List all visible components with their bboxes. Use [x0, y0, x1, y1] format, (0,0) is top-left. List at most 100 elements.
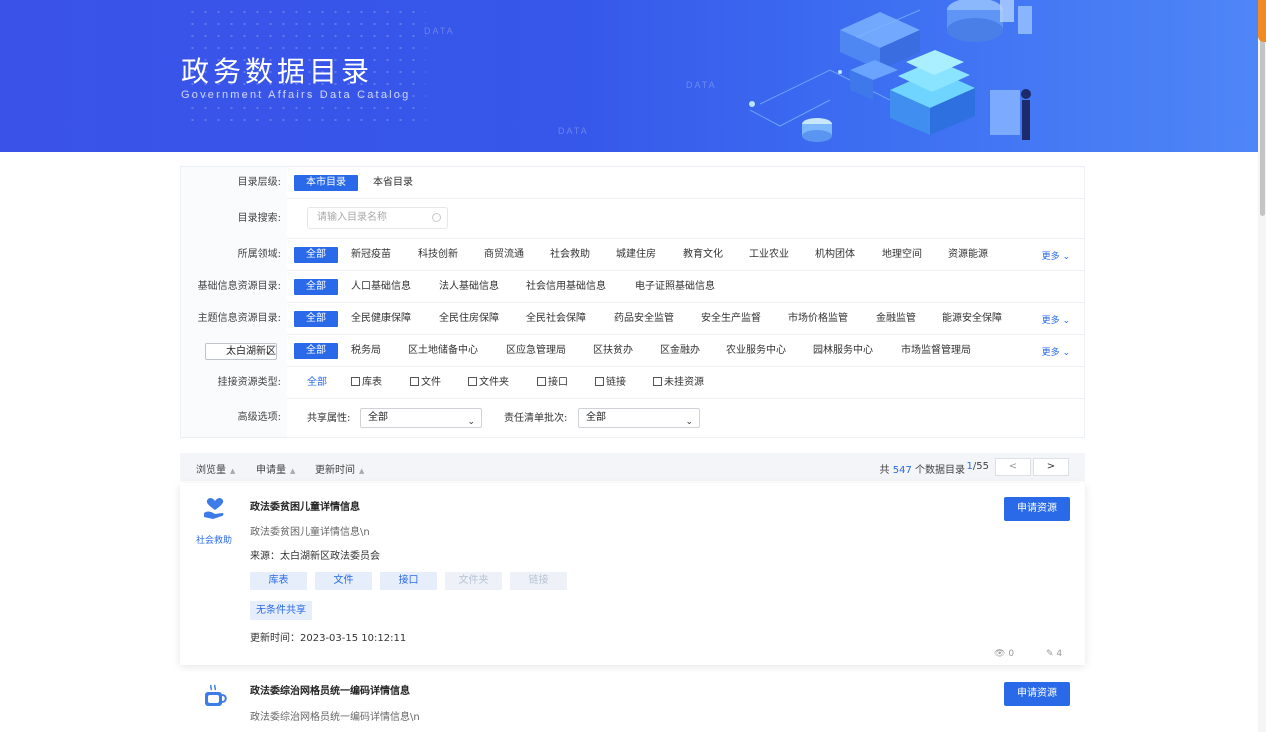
theme-option[interactable]: 全民健康保障 — [351, 311, 411, 327]
chevron-down-icon: ⌄ — [1062, 348, 1070, 358]
district-select[interactable]: 太白湖新区 ⌄ — [205, 343, 277, 360]
type-checkbox[interactable]: 未挂资源 — [653, 375, 704, 391]
next-page-button[interactable]: > — [1033, 458, 1069, 476]
apply-resource-button[interactable]: 申请资源 — [1004, 682, 1070, 706]
basic-option[interactable]: 人口基础信息 — [351, 279, 411, 295]
filter-row-level: 目录层级: 本市目录 本省目录 — [181, 167, 1084, 199]
theme-option[interactable]: 全部 — [294, 311, 338, 327]
domain-option[interactable]: 机构团体 — [815, 247, 855, 263]
district-more-link[interactable]: 更多 ⌄ — [1042, 345, 1070, 358]
theme-option[interactable]: 安全生产监督 — [701, 311, 761, 327]
filter-label: 基础信息资源目录: — [181, 271, 287, 303]
district-option[interactable]: 税务局 — [351, 343, 381, 359]
district-option[interactable]: 全部 — [294, 343, 338, 359]
catalog-card: 政法委综治网格员统一编码详情信息 政法委综治网格员统一编码详情信息\n 申请资源 — [180, 672, 1085, 732]
isometric-data-illustration — [749, 0, 1032, 142]
basic-option[interactable]: 社会信用基础信息 — [526, 279, 606, 295]
type-checkbox[interactable]: 链接 — [595, 375, 626, 391]
resource-tag[interactable]: 接口 — [380, 572, 437, 590]
domain-option[interactable]: 科技创新 — [418, 247, 458, 263]
basic-option[interactable]: 法人基础信息 — [439, 279, 499, 295]
theme-option[interactable]: 能源安全保障 — [942, 311, 1002, 327]
side-float-tab[interactable] — [1258, 0, 1266, 42]
banner-deco-word: DATA — [424, 26, 455, 36]
resource-tag[interactable]: 文件 — [315, 572, 372, 590]
checkbox-icon[interactable] — [537, 377, 546, 386]
card-title[interactable]: 政法委综治网格员统一编码详情信息 — [250, 682, 410, 697]
batch-select[interactable]: 全部 ⌄ — [578, 408, 700, 428]
district-option[interactable]: 区土地储备中心 — [408, 343, 478, 359]
filter-row-theme: 主题信息资源目录: 全部 全民健康保障 全民住房保障 全民社会保障 药品安全监管… — [181, 303, 1084, 335]
basic-option[interactable]: 全部 — [294, 279, 338, 295]
sort-updated[interactable]: 更新时间 ▲ — [315, 461, 364, 476]
domain-option[interactable]: 社会救助 — [550, 247, 590, 263]
search-icon[interactable] — [432, 213, 441, 222]
search-placeholder: 请输入目录名称 — [317, 212, 387, 223]
checkbox-icon[interactable] — [351, 377, 360, 386]
theme-option[interactable]: 药品安全监管 — [614, 311, 674, 327]
domain-option[interactable]: 新冠疫苗 — [351, 247, 391, 263]
filter-label: 所属领域: — [181, 239, 287, 271]
result-count: 共 547 个数据目录 — [879, 465, 965, 476]
type-option-all[interactable]: 全部 — [307, 375, 327, 391]
domain-option[interactable]: 教育文化 — [683, 247, 723, 263]
page-title: 政务数据目录 — [181, 55, 374, 88]
banner-deco-word: DATA — [686, 80, 717, 90]
page-subtitle: Government Affairs Data Catalog — [181, 89, 411, 101]
basic-option[interactable]: 电子证照基础信息 — [635, 279, 715, 295]
type-checkbox[interactable]: 文件夹 — [468, 375, 509, 391]
district-option[interactable]: 园林服务中心 — [813, 343, 873, 359]
type-checkbox[interactable]: 文件 — [410, 375, 441, 391]
theme-more-link[interactable]: 更多 ⌄ — [1042, 313, 1070, 326]
domain-option[interactable]: 工业农业 — [749, 247, 789, 263]
resource-tag-disabled: 文件夹 — [445, 572, 502, 590]
district-option[interactable]: 区金融办 — [660, 343, 700, 359]
catalog-card: 社会救助 政法委贫困儿童详情信息 政法委贫困儿童详情信息\n 来源：太白湖新区政… — [180, 483, 1085, 665]
view-count: 👁 0 — [994, 649, 1015, 659]
prev-page-button[interactable]: < — [995, 458, 1031, 476]
category-label: 社会救助 — [196, 536, 233, 546]
theme-option[interactable]: 全民社会保障 — [526, 311, 586, 327]
sort-bar: 浏览量 ▲ 申请量 ▲ 更新时间 ▲ 共 547 个数据目录 1/55 < > — [180, 453, 1085, 481]
card-source: 来源：太白湖新区政法委员会 — [250, 551, 380, 562]
theme-option[interactable]: 全民住房保障 — [439, 311, 499, 327]
page-indicator: 1/55 — [966, 461, 989, 472]
checkbox-icon[interactable] — [468, 377, 477, 386]
apply-resource-button[interactable]: 申请资源 — [1004, 497, 1070, 521]
domain-option[interactable]: 地理空间 — [882, 247, 922, 263]
card-title[interactable]: 政法委贫困儿童详情信息 — [250, 498, 360, 513]
banner-deco-word: DATA — [558, 126, 589, 136]
level-option-province[interactable]: 本省目录 — [373, 175, 413, 191]
resource-tag[interactable]: 库表 — [250, 572, 307, 590]
sort-views[interactable]: 浏览量 ▲ — [196, 461, 235, 476]
resource-tag-disabled: 链接 — [510, 572, 567, 590]
filter-row-basic: 基础信息资源目录: 全部 人口基础信息 法人基础信息 社会信用基础信息 电子证照… — [181, 271, 1084, 303]
chevron-down-icon: ⌄ — [1062, 316, 1070, 326]
type-checkbox[interactable]: 库表 — [351, 375, 382, 391]
district-option[interactable]: 市场监督管理局 — [901, 343, 971, 359]
checkbox-icon[interactable] — [653, 377, 662, 386]
district-option[interactable]: 区扶贫办 — [593, 343, 633, 359]
share-attr-label: 共享属性: — [307, 413, 351, 424]
district-option[interactable]: 农业服务中心 — [726, 343, 786, 359]
domain-option[interactable]: 城建住房 — [616, 247, 656, 263]
card-description: 政法委综治网格员统一编码详情信息\n — [250, 712, 420, 723]
filter-label: 挂接资源类型: — [181, 367, 287, 399]
theme-option[interactable]: 金融监管 — [876, 311, 916, 327]
checkbox-icon[interactable] — [410, 377, 419, 386]
checkbox-icon[interactable] — [595, 377, 604, 386]
domain-more-link[interactable]: 更多 ⌄ — [1042, 249, 1070, 262]
level-option-city[interactable]: 本市目录 — [294, 175, 358, 191]
theme-option[interactable]: 市场价格监管 — [788, 311, 848, 327]
filter-row-district: 太白湖新区 ⌄ 全部 税务局 区土地储备中心 区应急管理局 区扶贫办 区金融办 农… — [181, 335, 1084, 367]
share-attr-select[interactable]: 全部 ⌄ — [360, 408, 482, 428]
filter-panel: 目录层级: 本市目录 本省目录 目录搜索: 请输入目录名称 所属领域: 全部 新… — [180, 166, 1085, 438]
sort-applies[interactable]: 申请量 ▲ — [256, 461, 295, 476]
filter-row-advanced: 高级选项: 共享属性: 全部 ⌄ 责任清单批次: 全部 ⌄ — [181, 399, 1084, 437]
domain-option[interactable]: 全部 — [294, 247, 338, 263]
search-input[interactable]: 请输入目录名称 — [307, 207, 448, 229]
type-checkbox[interactable]: 接口 — [537, 375, 568, 391]
domain-option[interactable]: 商贸流通 — [484, 247, 524, 263]
district-option[interactable]: 区应急管理局 — [506, 343, 566, 359]
domain-option[interactable]: 资源能源 — [948, 247, 988, 263]
